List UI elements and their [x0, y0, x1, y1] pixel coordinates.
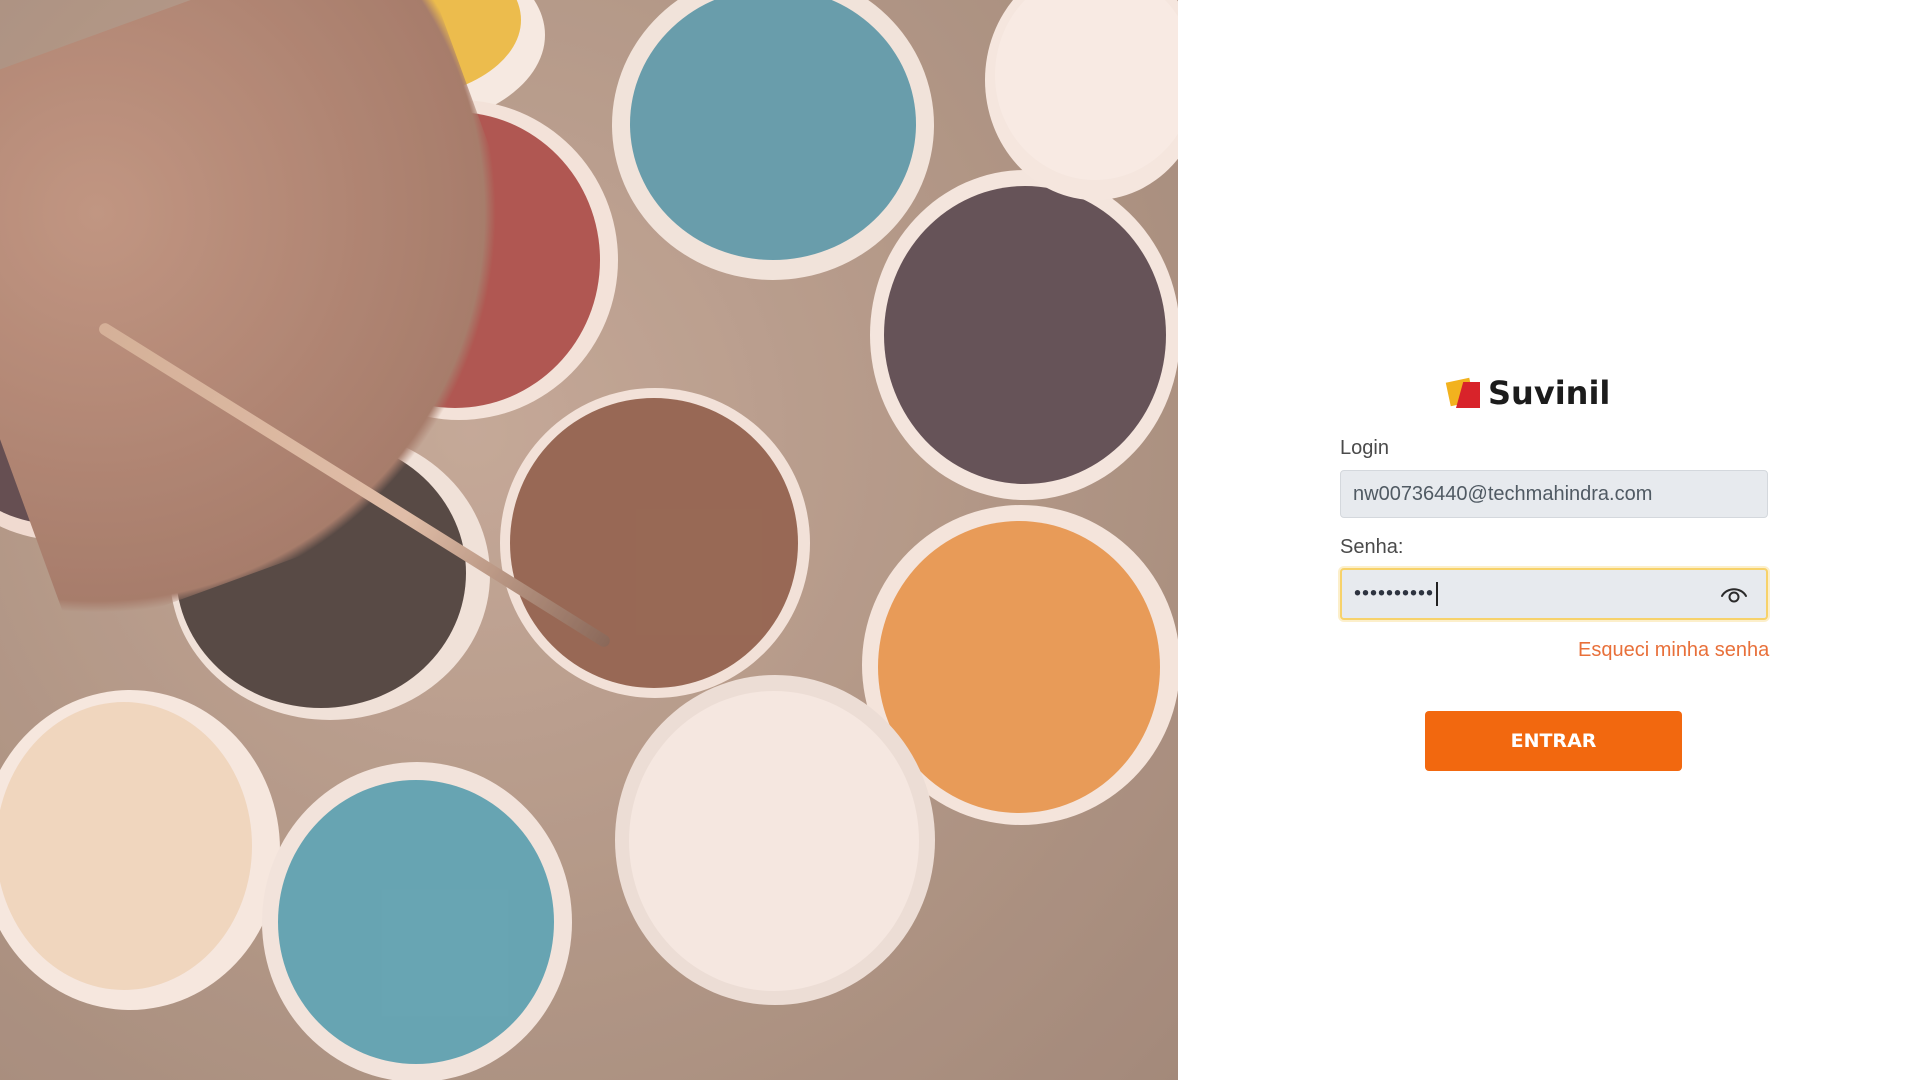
login-input[interactable]	[1341, 482, 1767, 506]
password-label: Senha:	[1340, 536, 1404, 558]
brand-logo: Suvinil	[1445, 374, 1611, 412]
login-field-wrapper	[1340, 470, 1768, 518]
password-input[interactable]: ••••••••••	[1342, 582, 1714, 606]
submit-button[interactable]: ENTRAR	[1425, 711, 1682, 771]
password-field[interactable]: ••••••••••	[1340, 568, 1768, 620]
eye-icon[interactable]	[1714, 574, 1754, 614]
forgot-password-link[interactable]: Esqueci minha senha	[1578, 639, 1769, 662]
login-label: Login	[1340, 437, 1389, 459]
logo-mark-icon	[1445, 376, 1482, 410]
text-caret	[1436, 582, 1439, 606]
brand-name: Suvinil	[1488, 374, 1611, 412]
background-photo-paint-buckets	[0, 0, 1178, 1080]
photo-tint-overlay	[0, 0, 1178, 1080]
login-panel	[1178, 0, 1920, 1080]
